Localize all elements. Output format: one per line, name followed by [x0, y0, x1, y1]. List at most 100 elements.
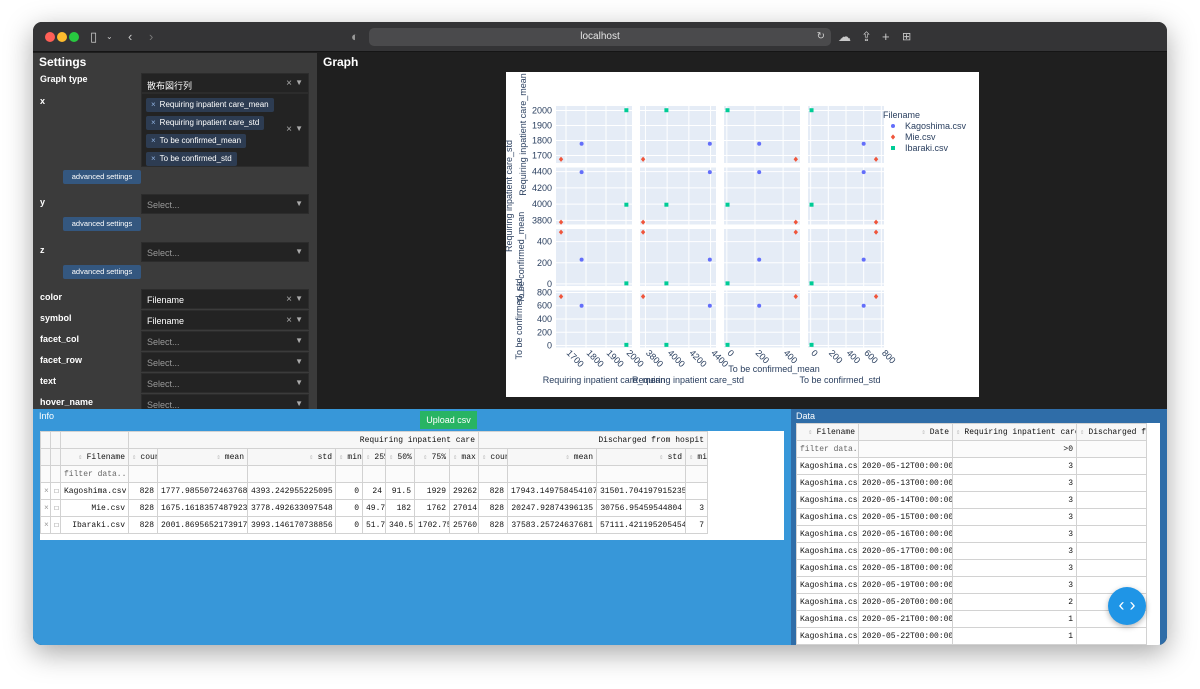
zoom-window-button[interactable] — [69, 32, 79, 42]
y-advanced-settings-button[interactable]: advanced settings — [63, 217, 141, 231]
code-toggle-button[interactable]: ‹ › — [1108, 587, 1146, 625]
column-header[interactable]: ⇕ 75% — [414, 448, 450, 466]
upload-csv-button[interactable]: Upload csv — [420, 411, 477, 429]
column-header[interactable]: ⇕ Discharged fr — [1076, 423, 1147, 441]
cloud-icon[interactable]: ☁ — [838, 29, 851, 45]
column-header[interactable]: ⇕ count — [128, 448, 158, 466]
x-chip[interactable]: × Requiring inpatient care_mean — [146, 98, 274, 112]
chevron-down-icon[interactable]: ▼ — [295, 294, 303, 303]
column-header[interactable]: ⇕ count — [478, 448, 508, 466]
sort-icon[interactable]: ⇕ — [309, 454, 317, 462]
facet-col-select[interactable]: Select... ▼ — [141, 331, 309, 351]
plot-area[interactable]: 1700 1800 1900 2000 3800 4000 4200 4400 0 200 400 0… — [504, 72, 979, 397]
remove-chip-icon[interactable]: × — [151, 136, 156, 145]
delete-row-icon[interactable]: × — [40, 499, 51, 517]
sidebar-toggle-icon[interactable]: ▯ — [90, 29, 97, 45]
remove-chip-icon[interactable]: × — [151, 100, 156, 109]
column-header[interactable]: ⇕ 50% — [385, 448, 415, 466]
column-header[interactable]: ⇕ Requiring inpatient care — [952, 423, 1077, 441]
row-checkbox[interactable]: ☐ — [50, 482, 61, 500]
hover-name-select[interactable]: Select... ▼ — [141, 394, 309, 409]
chevron-down-icon[interactable]: ▼ — [295, 124, 303, 133]
sort-icon[interactable]: ⇕ — [423, 454, 431, 462]
chevron-down-icon[interactable]: ▼ — [295, 399, 303, 408]
filter-cell[interactable] — [157, 465, 248, 483]
sort-icon[interactable]: ⇕ — [921, 429, 929, 437]
column-header[interactable]: ⇕ 25% — [362, 448, 386, 466]
x-chip[interactable]: × To be confirmed_mean — [146, 134, 247, 148]
reload-icon[interactable]: ↻ — [817, 28, 825, 46]
column-header[interactable]: ⇕ mean — [507, 448, 597, 466]
filter-cell[interactable] — [596, 465, 686, 483]
column-header[interactable]: ⇕ min — [335, 448, 363, 466]
column-header[interactable]: ⇕ Filename — [60, 448, 129, 466]
back-icon[interactable]: ‹ — [128, 29, 132, 45]
sort-icon[interactable]: ⇕ — [565, 454, 573, 462]
delete-row-icon[interactable]: × — [40, 482, 51, 500]
url-bar[interactable]: localhost ↻ — [369, 28, 831, 46]
text-select[interactable]: Select... ▼ — [141, 373, 309, 393]
filter-cell[interactable] — [128, 465, 158, 483]
column-header[interactable]: ⇕ Date — [858, 423, 953, 441]
chevron-down-icon[interactable]: ▼ — [295, 247, 303, 256]
chevron-down-icon[interactable]: ▼ — [295, 199, 303, 208]
facet-row-select[interactable]: Select... ▼ — [141, 352, 309, 372]
forward-icon[interactable]: › — [149, 29, 153, 45]
z-advanced-settings-button[interactable]: advanced settings — [63, 265, 141, 279]
x-advanced-settings-button[interactable]: advanced settings — [63, 170, 141, 184]
chevron-down-icon[interactable]: ▼ — [295, 336, 303, 345]
filter-cell[interactable] — [858, 440, 953, 458]
column-header[interactable]: ⇕ std — [247, 448, 336, 466]
clear-icon[interactable]: × — [286, 124, 292, 135]
sort-icon[interactable]: ⇕ — [78, 454, 86, 462]
filter-cell[interactable] — [335, 465, 363, 483]
column-header[interactable]: ⇕ mean — [157, 448, 248, 466]
clear-icon[interactable]: × — [286, 315, 292, 326]
clear-icon[interactable]: × — [286, 294, 292, 305]
column-header[interactable]: ⇕ std — [596, 448, 686, 466]
row-checkbox[interactable]: ☐ — [50, 516, 61, 534]
filter-cell[interactable] — [247, 465, 336, 483]
column-header[interactable]: ⇕ mi — [685, 448, 708, 466]
sort-icon[interactable]: ⇕ — [808, 429, 816, 437]
x-multiselect[interactable]: × Requiring inpatient care_mean × Requirin… — [141, 93, 309, 167]
scatter-matrix-chart[interactable]: 1700180019002000380040004200440002004000… — [504, 72, 979, 397]
close-window-button[interactable] — [45, 32, 55, 42]
chevron-down-icon[interactable]: ▼ — [295, 78, 303, 87]
chevron-down-icon[interactable]: ▼ — [295, 315, 303, 324]
filter-cell[interactable] — [685, 465, 708, 483]
remove-chip-icon[interactable]: × — [151, 118, 156, 127]
color-select[interactable]: Filename × ▼ — [141, 289, 309, 309]
filter-cell[interactable] — [385, 465, 415, 483]
delete-row-icon[interactable]: × — [40, 516, 51, 534]
symbol-select[interactable]: Filename × ▼ — [141, 310, 309, 330]
chevron-down-icon[interactable]: ▼ — [295, 378, 303, 387]
sort-icon[interactable]: ⇕ — [216, 454, 224, 462]
sort-icon[interactable]: ⇕ — [659, 454, 667, 462]
new-tab-icon[interactable]: + — [882, 29, 890, 45]
filter-cell[interactable] — [449, 465, 479, 483]
filter-cell[interactable] — [362, 465, 386, 483]
z-select[interactable]: Select... ▼ — [141, 242, 309, 262]
filter-cell[interactable]: filter data... — [60, 465, 129, 483]
column-header[interactable]: ⇕ Filename — [796, 423, 859, 441]
remove-chip-icon[interactable]: × — [151, 154, 156, 163]
row-checkbox[interactable]: ☐ — [50, 499, 61, 517]
minimize-window-button[interactable] — [57, 32, 67, 42]
chevron-down-icon[interactable]: ⌄ — [106, 29, 113, 45]
share-icon[interactable]: ⇪ — [861, 29, 872, 45]
chevron-down-icon[interactable]: ▼ — [295, 357, 303, 366]
graph-type-select[interactable]: 散布図行列 × ▼ — [141, 73, 309, 93]
x-chip[interactable]: × To be confirmed_std — [146, 152, 237, 166]
clear-icon[interactable]: × — [286, 78, 292, 89]
tab-overview-icon[interactable]: ⊞ — [902, 29, 911, 45]
y-select[interactable]: Select... ▼ — [141, 194, 309, 214]
filter-cell[interactable] — [478, 465, 508, 483]
filter-cell[interactable] — [507, 465, 597, 483]
column-header[interactable]: ⇕ max — [449, 448, 479, 466]
filter-cell[interactable] — [1076, 440, 1147, 458]
filter-cell[interactable] — [414, 465, 450, 483]
filter-cell[interactable]: >0 — [952, 440, 1077, 458]
filter-cell[interactable]: filter data... — [796, 440, 859, 458]
x-chip[interactable]: × Requiring inpatient care_std — [146, 116, 265, 130]
